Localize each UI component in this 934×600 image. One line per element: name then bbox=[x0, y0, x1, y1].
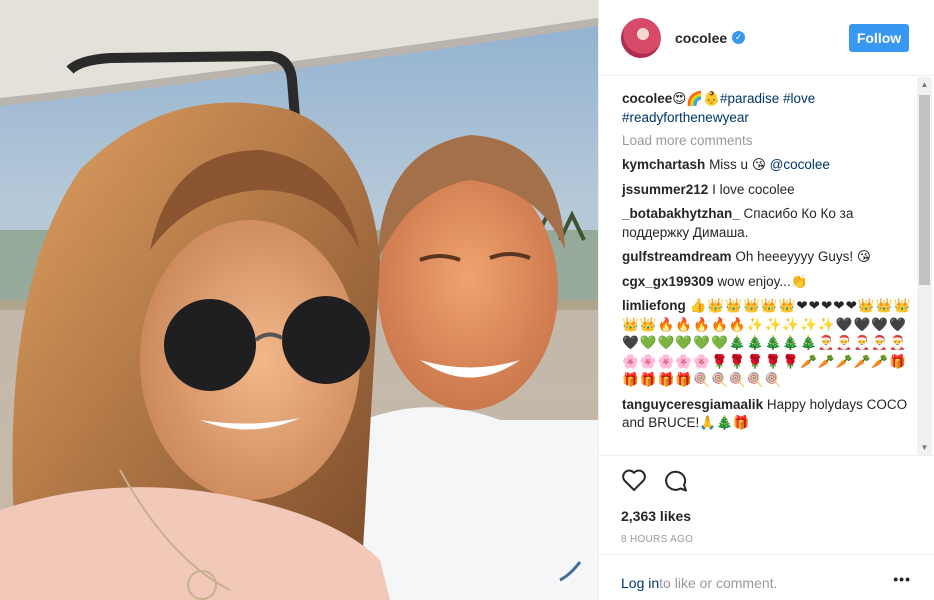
caption-username[interactable]: cocolee bbox=[622, 91, 672, 106]
caption: cocolee😍🌈👶#paradise #love #readyforthene… bbox=[622, 90, 915, 127]
post-header: cocolee ✓ Follow bbox=[599, 0, 934, 76]
comment-username[interactable]: tanguyceresgiamaalik bbox=[622, 397, 763, 412]
comment: gulfstreamdream Oh heeeyyyy Guys! 😘 bbox=[622, 248, 915, 267]
comment: limliefong 👍👑👑👑👑👑❤❤❤❤❤👑👑👑👑👑🔥🔥🔥🔥🔥✨✨✨✨✨🖤🖤🖤… bbox=[622, 297, 915, 390]
scroll-up-arrow-icon[interactable]: ▲ bbox=[917, 77, 932, 92]
caption-emoji: 😍🌈👶 bbox=[672, 91, 720, 106]
avatar[interactable] bbox=[621, 17, 661, 58]
hashtag-readyforthenewyear[interactable]: #readyforthenewyear bbox=[622, 110, 749, 125]
post-actions: 2,363 likes 8 HOURS AGO bbox=[599, 455, 934, 545]
mention-link[interactable]: @cocolee bbox=[770, 157, 830, 172]
login-link[interactable]: Log in bbox=[621, 575, 659, 591]
comment-username[interactable]: jssummer212 bbox=[622, 182, 708, 197]
comment: cgx_gx199309 wow enjoy...👏 bbox=[622, 273, 915, 292]
comment: kymchartash Miss u 😘 @cocolee bbox=[622, 156, 915, 175]
comment-text: Miss u 😘 bbox=[709, 157, 770, 172]
load-more-comments[interactable]: Load more comments bbox=[622, 133, 915, 148]
verified-badge-icon: ✓ bbox=[732, 31, 746, 44]
photo-illustration bbox=[0, 0, 598, 600]
comment-username[interactable]: _botabakhytzhan_ bbox=[622, 206, 740, 221]
action-icons bbox=[621, 464, 934, 496]
comment-text: Oh heeeyyyy Guys! 😘 bbox=[735, 249, 871, 264]
comment-text: wow enjoy...👏 bbox=[717, 273, 808, 289]
hashtag-paradise[interactable]: #paradise bbox=[720, 91, 779, 106]
comment-username[interactable]: limliefong bbox=[622, 298, 686, 313]
post-timestamp[interactable]: 8 HOURS AGO bbox=[621, 534, 934, 545]
comment: _botabakhytzhan_ Спасибо Ко Ко за поддер… bbox=[622, 205, 915, 242]
hashtag-love[interactable]: #love bbox=[783, 91, 815, 106]
comments-scrollbar[interactable]: ▲ ▼ bbox=[917, 77, 932, 455]
post-photo[interactable] bbox=[0, 0, 598, 600]
comments-list[interactable]: cocolee😍🌈👶#paradise #love #readyforthene… bbox=[599, 77, 934, 455]
comment-username[interactable]: cgx_gx199309 bbox=[622, 274, 714, 289]
comment: jssummer212 I love cocolee bbox=[622, 181, 915, 200]
comment-username[interactable]: gulfstreamdream bbox=[622, 249, 732, 264]
comment-icon[interactable] bbox=[663, 468, 689, 492]
login-prompt: Log in to like or comment. ••• bbox=[599, 554, 934, 600]
comment-text: I love cocolee bbox=[712, 181, 795, 197]
scroll-down-arrow-icon[interactable]: ▼ bbox=[917, 440, 932, 455]
post-sidebar: cocolee ✓ Follow cocolee😍🌈👶#paradise #lo… bbox=[598, 0, 934, 600]
follow-button[interactable]: Follow bbox=[849, 24, 909, 52]
more-options-icon[interactable]: ••• bbox=[893, 571, 911, 587]
login-prompt-text: to like or comment. bbox=[659, 574, 778, 591]
heart-icon[interactable] bbox=[621, 468, 647, 492]
header-username[interactable]: cocolee bbox=[675, 30, 727, 46]
scrollbar-thumb[interactable] bbox=[919, 95, 930, 285]
comment-username[interactable]: kymchartash bbox=[622, 157, 705, 172]
comment: tanguyceresgiamaalik Happy holydays COCO… bbox=[622, 396, 915, 433]
like-count[interactable]: 2,363 likes bbox=[621, 508, 934, 524]
post: cocolee ✓ Follow cocolee😍🌈👶#paradise #lo… bbox=[0, 0, 934, 600]
